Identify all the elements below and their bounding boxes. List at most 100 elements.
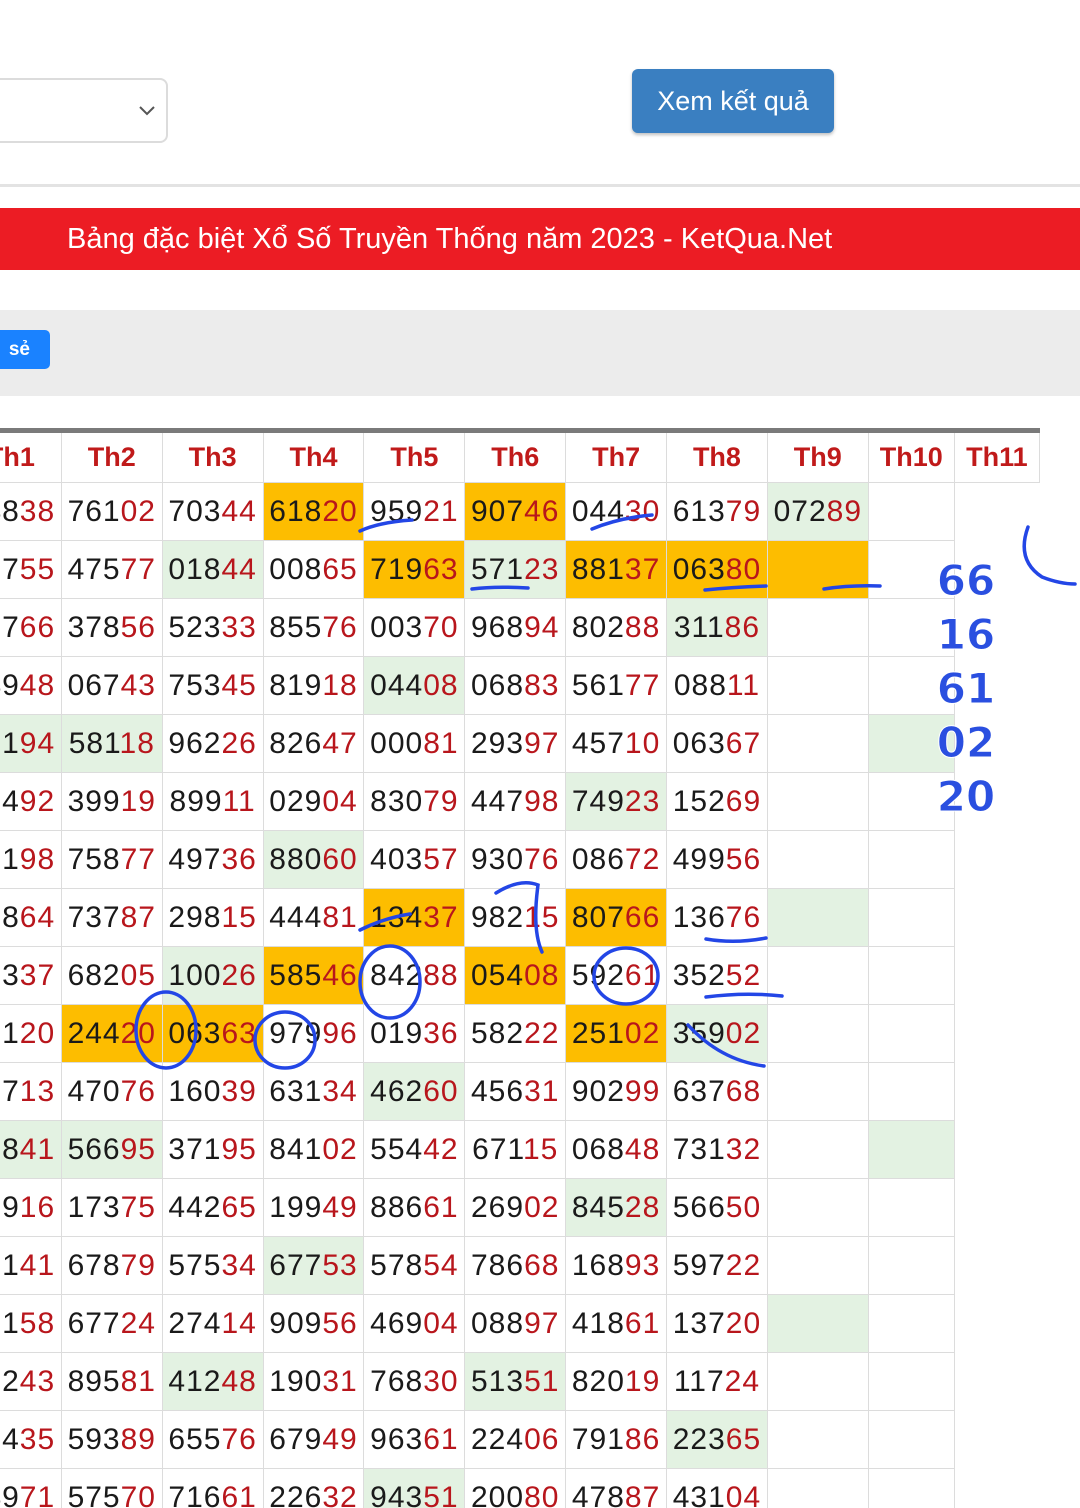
result-leading-digits: 855: [269, 610, 323, 644]
share-button[interactable]: sẻ: [0, 330, 50, 369]
table-row: 1343559389655766794996361224067918622365: [0, 1410, 1040, 1469]
result-leading-digits: 269: [471, 1190, 525, 1224]
result-tail-digits: 24: [724, 1364, 761, 1398]
result-leading-digits: 093: [0, 958, 20, 992]
result-leading-digits: 826: [269, 726, 323, 760]
result-tail-digits: 02: [524, 1190, 560, 1224]
result-tail-digits: 77: [624, 668, 661, 702]
result-cell: 74923: [565, 772, 668, 831]
result-cell: 95921: [363, 482, 466, 541]
result-tail-digits: 76: [322, 610, 358, 644]
result-tail-digits: 76: [221, 1422, 257, 1456]
result-cell: 06367: [666, 714, 768, 773]
result-tail-digits: 56: [120, 610, 156, 644]
result-leading-digits: 791: [571, 1422, 625, 1456]
result-cell: 59389: [60, 1410, 163, 1469]
result-tail-digits: 97: [524, 1306, 560, 1340]
result-cell: [867, 1468, 955, 1508]
view-results-button[interactable]: Xem kết quả: [632, 69, 834, 133]
result-cell: 09337: [0, 946, 62, 1005]
result-cell: 17375: [60, 1178, 163, 1237]
result-leading-digits: 088: [673, 668, 727, 702]
result-tail-digits: 22: [725, 1248, 762, 1282]
result-leading-digits: 830: [370, 784, 424, 818]
result-tail-digits: 80: [725, 552, 762, 586]
result-leading-digits: 134: [370, 900, 424, 934]
result-tail-digits: 18: [119, 726, 155, 760]
result-leading-digits: 678: [67, 1248, 121, 1282]
result-cell: 01936: [363, 1004, 466, 1063]
result-cell: 51351: [464, 1352, 567, 1411]
result-leading-digits: 909: [269, 1306, 323, 1340]
result-leading-digits: 513: [471, 1364, 525, 1398]
result-leading-digits: 753: [168, 668, 222, 702]
result-cell: 49736: [161, 830, 264, 889]
result-leading-digits: 943: [370, 1480, 424, 1508]
result-leading-digits: 731: [672, 1132, 726, 1166]
result-cell: [766, 830, 869, 889]
result-cell: 07289: [766, 482, 869, 541]
table-row: 2315867724274149095646904088974186113720: [0, 1294, 1040, 1353]
table-row: 8494806743753458191804408068835617708811: [0, 656, 1040, 715]
result-leading-digits: 359: [672, 1016, 726, 1050]
result-cell: 71661: [161, 1468, 264, 1508]
result-leading-digits: 173: [67, 1190, 121, 1224]
table-row: 4483876102703446182095921907460443061379…: [0, 482, 1040, 541]
result-tail-digits: 48: [19, 668, 56, 702]
result-tail-digits: 28: [624, 1190, 661, 1224]
result-leading-digits: 168: [571, 1248, 625, 1282]
table-header-row: Th1Th2Th3Th4Th5Th6Th7Th8Th9Th10Th11: [0, 430, 1041, 483]
result-tail-digits: 20: [725, 1306, 762, 1340]
result-tail-digits: 19: [120, 784, 156, 818]
result-leading-digits: 444: [269, 900, 323, 934]
result-tail-digits: 22: [524, 1016, 560, 1050]
month-select[interactable]: [0, 78, 168, 143]
result-cell: 88060: [262, 830, 365, 889]
result-cell: 65194: [0, 714, 62, 773]
result-tail-digits: 61: [624, 1306, 661, 1340]
table-row: 6519458118962268264700081293974571006367: [0, 714, 1040, 773]
result-cell: 84288: [363, 946, 466, 1005]
result-tail-digits: 42: [423, 1132, 459, 1166]
result-leading-digits: 651: [0, 726, 20, 760]
result-leading-digits: 072: [773, 494, 827, 528]
result-leading-digits: 100: [168, 958, 222, 992]
result-tail-digits: 21: [423, 494, 459, 528]
result-tail-digits: 70: [423, 610, 459, 644]
result-cell: 04430: [565, 482, 668, 541]
result-cell: 63768: [666, 1062, 768, 1121]
result-cell: 19031: [262, 1352, 365, 1411]
result-leading-digits: 223: [672, 1422, 726, 1456]
result-tail-digits: 02: [624, 1016, 661, 1050]
result-leading-digits: 959: [370, 494, 424, 528]
result-leading-digits: 849: [0, 668, 20, 702]
result-tail-digits: 54: [423, 1248, 459, 1282]
result-cell: 96361: [363, 1410, 466, 1469]
result-cell: 06883: [464, 656, 567, 715]
column-header: Th8: [666, 430, 768, 483]
result-cell: 22632: [262, 1468, 365, 1508]
result-leading-digits: 498: [0, 1132, 20, 1166]
result-leading-digits: 618: [269, 494, 323, 528]
result-leading-digits: 403: [370, 842, 424, 876]
result-cell: 06380: [666, 540, 768, 599]
result-tail-digits: 46: [322, 958, 358, 992]
result-tail-digits: 45: [221, 668, 257, 702]
result-leading-digits: 768: [370, 1364, 424, 1398]
result-leading-digits: 682: [67, 958, 121, 992]
result-cell: 49841: [0, 1120, 62, 1179]
result-cell: 84948: [0, 656, 62, 715]
result-cell: 37856: [60, 598, 163, 657]
result-cell: 75877: [60, 830, 163, 889]
result-cell: 35252: [666, 946, 768, 1005]
result-leading-digits: 582: [471, 1016, 525, 1050]
result-cell: 75345: [161, 656, 264, 715]
result-cell: 56177: [565, 656, 668, 715]
result-tail-digits: 63: [221, 1016, 257, 1050]
result-leading-digits: 274: [168, 1306, 222, 1340]
result-cell: 06363: [161, 1004, 264, 1063]
result-tail-digits: 14: [221, 1306, 257, 1340]
result-cell: 59722: [666, 1236, 768, 1295]
result-cell: 58546: [262, 946, 365, 1005]
result-tail-digits: 56: [322, 1306, 358, 1340]
